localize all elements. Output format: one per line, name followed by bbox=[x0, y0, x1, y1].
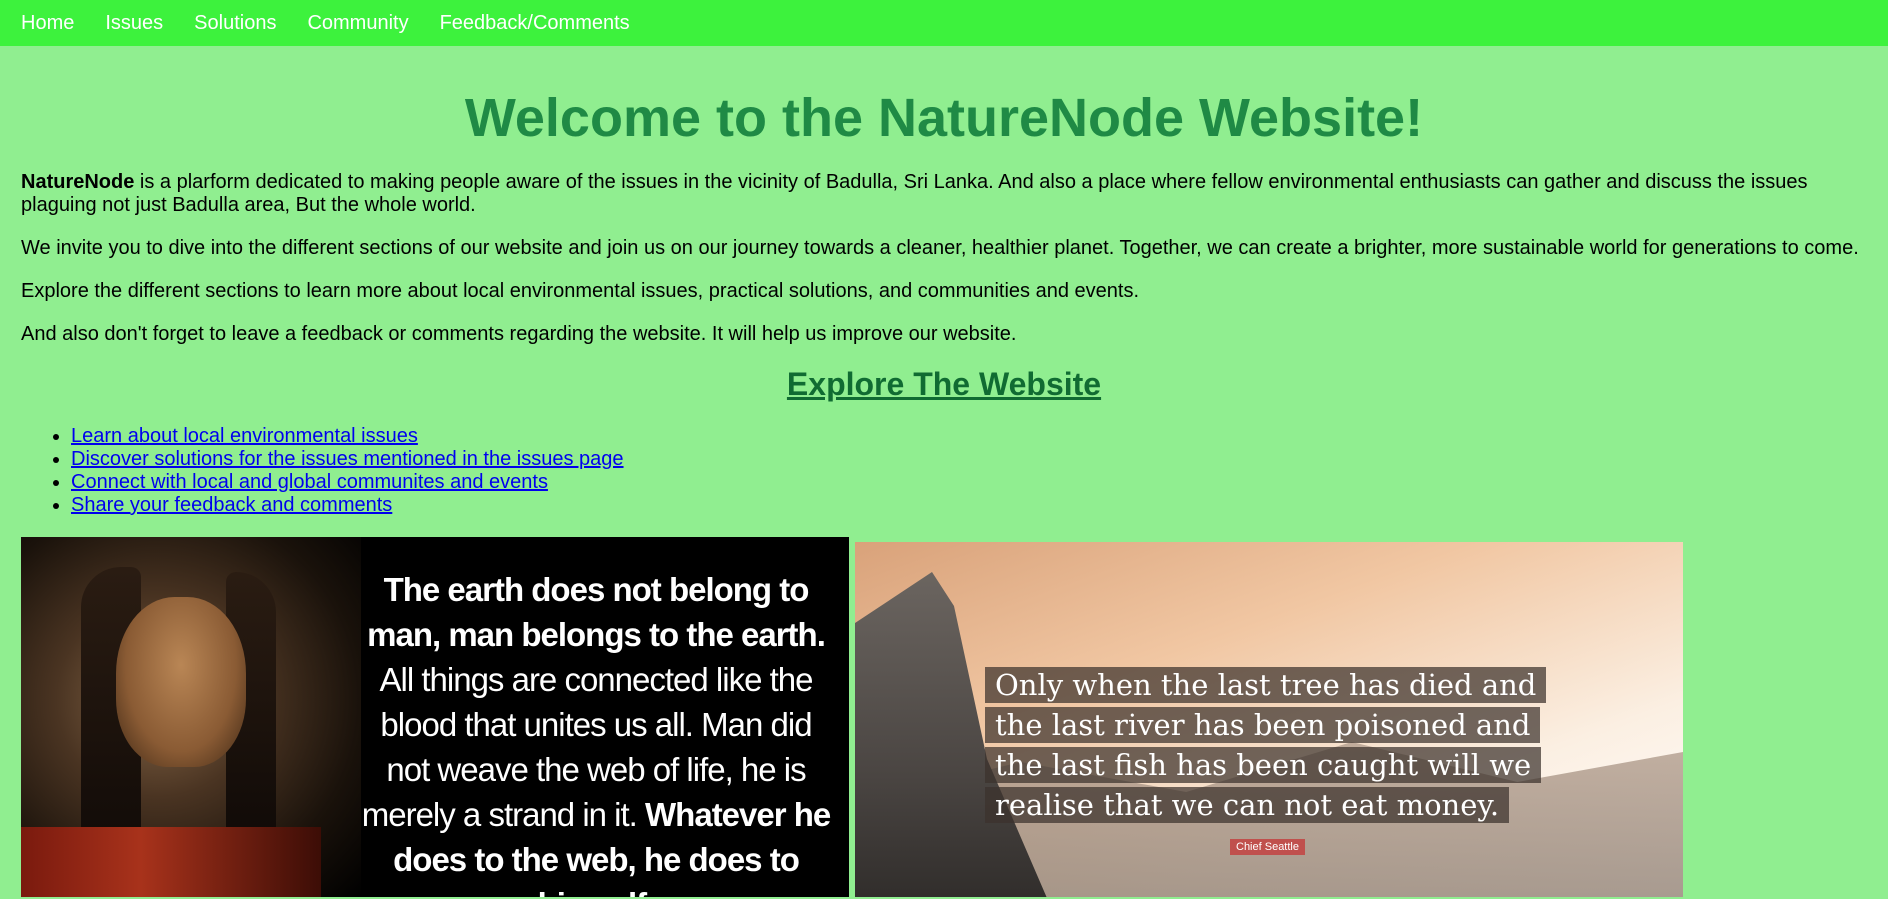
invite-paragraph: We invite you to dive into the different… bbox=[21, 237, 1859, 259]
link-share-feedback[interactable]: Share your feedback and comments bbox=[71, 494, 392, 516]
list-item: Connect with local and global communites… bbox=[71, 471, 1867, 494]
money-quote-text: Only when the last tree has died and the… bbox=[985, 667, 1547, 827]
explore-paragraph: Explore the different sections to learn … bbox=[21, 280, 1140, 302]
nav-feedback-comments[interactable]: Feedback/Comments bbox=[440, 0, 630, 46]
quote-images: The earth does not belong to man, man be… bbox=[21, 537, 1867, 897]
brand-name: NatureNode bbox=[21, 171, 135, 193]
explore-website-link[interactable]: Explore The Website bbox=[787, 366, 1101, 402]
earth-quote-text: The earth does not belong to man, man be… bbox=[361, 571, 832, 897]
list-item: Discover solutions for the issues mentio… bbox=[71, 448, 1867, 471]
explore-links-list: Learn about local environmental issues D… bbox=[21, 425, 1867, 517]
main-content: Welcome to the NatureNode Website! Natur… bbox=[0, 90, 1888, 897]
intro-text: is a plarform dedicated to making people… bbox=[21, 171, 1808, 216]
intro-paragraph: NatureNode is a plarform dedicated to ma… bbox=[21, 171, 1867, 217]
nav-community[interactable]: Community bbox=[307, 0, 408, 46]
top-navbar: Home Issues Solutions Community Feedback… bbox=[0, 0, 1888, 46]
link-learn-issues[interactable]: Learn about local environmental issues bbox=[71, 425, 418, 447]
nav-issues[interactable]: Issues bbox=[105, 0, 163, 46]
list-item: Share your feedback and comments bbox=[71, 494, 1867, 517]
portrait-illustration bbox=[21, 537, 361, 897]
list-item: Learn about local environmental issues bbox=[71, 425, 1867, 448]
link-discover-solutions[interactable]: Discover solutions for the issues mentio… bbox=[71, 448, 624, 470]
link-connect-communities[interactable]: Connect with local and global communites… bbox=[71, 471, 548, 493]
nav-home[interactable]: Home bbox=[21, 0, 74, 46]
earth-quote-image: The earth does not belong to man, man be… bbox=[21, 537, 849, 897]
nav-solutions[interactable]: Solutions bbox=[194, 0, 276, 46]
explore-heading: Explore The Website bbox=[21, 366, 1867, 402]
feedback-paragraph: And also don't forget to leave a feedbac… bbox=[21, 323, 1017, 345]
money-quote-image: Only when the last tree has died and the… bbox=[855, 542, 1683, 897]
quote-attribution: Chief Seattle bbox=[1230, 839, 1305, 855]
page-title: Welcome to the NatureNode Website! bbox=[464, 88, 1424, 148]
